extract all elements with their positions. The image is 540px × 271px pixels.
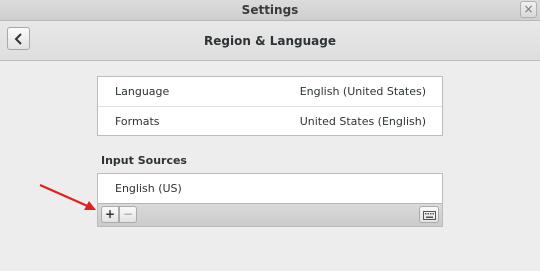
- keyboard-layout-button[interactable]: [419, 206, 439, 223]
- language-value: English (United States): [299, 85, 426, 98]
- remove-input-source-button[interactable]: −: [119, 206, 137, 223]
- region-settings-list: Language English (United States) Formats…: [97, 76, 443, 136]
- window-titlebar: Settings ×: [0, 0, 540, 21]
- input-source-item[interactable]: English (US): [98, 174, 442, 203]
- formats-label: Formats: [115, 115, 160, 128]
- formats-value: United States (English): [299, 115, 426, 128]
- page-title: Region & Language: [204, 34, 336, 48]
- language-row[interactable]: Language English (United States): [98, 77, 442, 106]
- window-title: Settings: [241, 3, 299, 17]
- annotation-arrow: [39, 183, 96, 210]
- input-sources-list: English (US) + −: [97, 173, 443, 227]
- add-input-source-button[interactable]: +: [101, 206, 119, 223]
- input-sources-toolbar: + −: [98, 203, 442, 226]
- formats-row[interactable]: Formats United States (English): [98, 106, 442, 135]
- language-label: Language: [115, 85, 170, 98]
- close-button[interactable]: ×: [520, 1, 537, 18]
- keyboard-icon: [423, 211, 436, 220]
- input-sources-heading: Input Sources: [101, 154, 187, 167]
- header-bar: Region & Language: [0, 21, 540, 61]
